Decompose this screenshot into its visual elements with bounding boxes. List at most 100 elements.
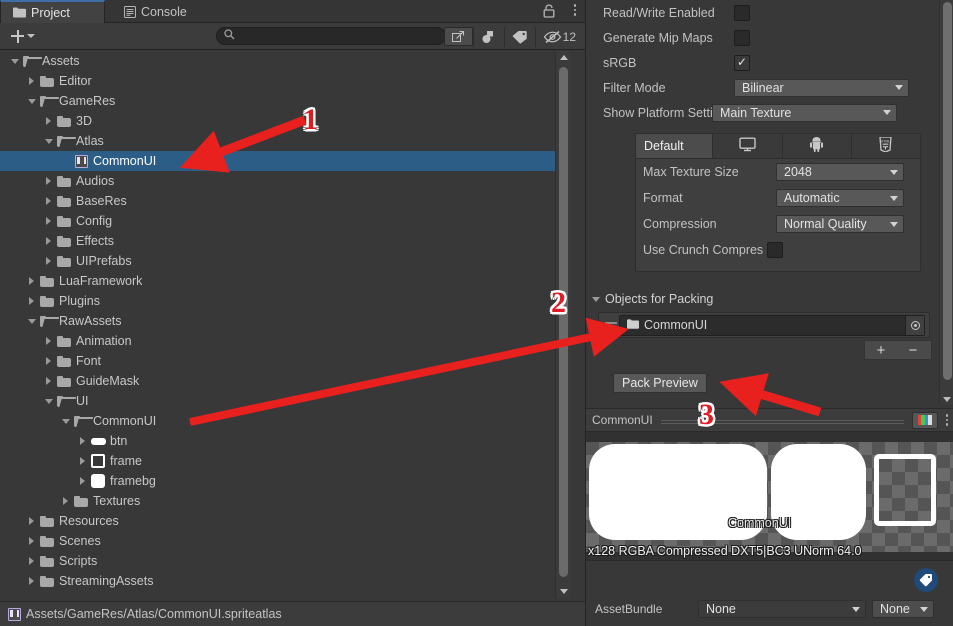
field-read-write-enabled[interactable]: Read/Write Enabled xyxy=(586,0,953,25)
show-platform-settings-dropdown[interactable]: Main Texture xyxy=(712,103,897,122)
tree-item-textures[interactable]: Textures xyxy=(0,491,570,511)
expand-arrow-icon[interactable] xyxy=(46,257,51,265)
tree-item-plugins[interactable]: Plugins xyxy=(0,291,570,311)
asset-label-icon[interactable] xyxy=(914,568,938,592)
use-crunch-compression-checkbox[interactable] xyxy=(767,242,783,258)
project-vertical-scrollbar[interactable] xyxy=(555,51,570,598)
expand-arrow-icon[interactable] xyxy=(46,337,51,345)
tree-item-scenes[interactable]: Scenes xyxy=(0,531,570,551)
field-generate-mip-maps[interactable]: Generate Mip Maps xyxy=(586,25,953,50)
tree-twisty[interactable] xyxy=(25,71,38,91)
platform-tab-android[interactable] xyxy=(782,134,852,158)
tree-item-uiprefabs[interactable]: UIPrefabs xyxy=(0,251,570,271)
preview-kebab-menu-icon[interactable] xyxy=(945,414,948,426)
tree-twisty[interactable] xyxy=(59,411,72,431)
collapse-arrow-icon[interactable] xyxy=(27,318,36,324)
tree-item-rawassets[interactable]: RawAssets xyxy=(0,311,570,331)
tree-item-btn[interactable]: btn xyxy=(0,431,570,451)
read-write-enabled-checkbox[interactable] xyxy=(734,4,750,21)
tree-item-luaframework[interactable]: LuaFramework xyxy=(0,271,570,291)
expand-arrow-icon[interactable] xyxy=(46,217,51,225)
search-field[interactable] xyxy=(240,30,438,42)
tree-item-effects[interactable]: Effects xyxy=(0,231,570,251)
tree-item-commonui[interactable]: CommonUI xyxy=(0,411,570,431)
tree-item-3d[interactable]: 3D xyxy=(0,111,570,131)
hidden-assets-button[interactable]: 12 xyxy=(534,26,583,47)
tree-twisty[interactable] xyxy=(25,511,38,531)
tree-item-scripts[interactable]: Scripts xyxy=(0,551,570,571)
tree-twisty[interactable] xyxy=(42,211,55,231)
expand-arrow-icon[interactable] xyxy=(29,537,34,545)
scroll-down-arrow-icon[interactable] xyxy=(943,397,951,402)
objects-for-packing-header[interactable]: Objects for Packing xyxy=(586,288,713,310)
tree-twisty[interactable] xyxy=(76,451,89,471)
preview-body[interactable]: CommonUI x128 RGBA Compressed DXT5|BC3 U… xyxy=(586,432,953,560)
tree-twisty[interactable] xyxy=(25,271,38,291)
tree-twisty[interactable] xyxy=(42,191,55,211)
tree-twisty[interactable] xyxy=(25,311,38,331)
generate-mip-maps-checkbox[interactable] xyxy=(734,29,750,46)
field-compression[interactable]: Compression Normal Quality xyxy=(636,211,920,237)
expand-arrow-icon[interactable] xyxy=(29,77,34,85)
tree-twisty[interactable] xyxy=(42,331,55,351)
asset-tree[interactable]: Assets Editor GameRes 3D Atlas CommonUI Audios… xyxy=(0,51,570,598)
tree-twisty[interactable] xyxy=(42,111,55,131)
tree-twisty[interactable] xyxy=(25,551,38,571)
tree-twisty[interactable] xyxy=(76,431,89,451)
tree-twisty[interactable] xyxy=(25,291,38,311)
tree-item-guidemask[interactable]: GuideMask xyxy=(0,371,570,391)
tree-item-config[interactable]: Config xyxy=(0,211,570,231)
expand-arrow-icon[interactable] xyxy=(80,477,85,485)
field-format[interactable]: Format Automatic xyxy=(636,185,920,211)
tree-item-atlas[interactable]: Atlas xyxy=(0,131,570,151)
field-max-texture-size[interactable]: Max Texture Size 2048 xyxy=(636,159,920,185)
search-in-scene-button[interactable] xyxy=(443,27,473,46)
assetbundle-name-dropdown[interactable]: None xyxy=(698,600,866,618)
expand-arrow-icon[interactable] xyxy=(29,517,34,525)
expand-arrow-icon[interactable] xyxy=(29,577,34,585)
tree-twisty[interactable] xyxy=(59,491,72,511)
pack-preview-button[interactable]: Pack Preview xyxy=(613,373,707,393)
platform-tab-default[interactable]: Default xyxy=(636,134,714,158)
search-input[interactable] xyxy=(216,27,446,45)
kebab-menu-icon[interactable] xyxy=(573,4,576,16)
platform-tab-standalone[interactable] xyxy=(713,134,783,158)
foldout-open-icon[interactable] xyxy=(592,296,600,302)
collapse-arrow-icon[interactable] xyxy=(44,398,53,404)
tree-twisty[interactable] xyxy=(8,51,21,71)
expand-arrow-icon[interactable] xyxy=(80,457,85,465)
create-asset-button[interactable] xyxy=(7,28,39,45)
tree-twisty[interactable] xyxy=(59,151,72,171)
tree-item-ui[interactable]: UI xyxy=(0,391,570,411)
tree-twisty[interactable] xyxy=(42,351,55,371)
collapse-arrow-icon[interactable] xyxy=(27,98,36,104)
tab-console[interactable]: Console xyxy=(112,0,199,23)
collapse-arrow-icon[interactable] xyxy=(61,418,70,424)
field-use-crunch-compression[interactable]: Use Crunch Compres xyxy=(636,237,920,263)
tree-twisty[interactable] xyxy=(42,231,55,251)
drag-handle-icon[interactable] xyxy=(603,322,619,328)
inspector-vertical-scrollbar[interactable] xyxy=(939,0,953,404)
expand-arrow-icon[interactable] xyxy=(46,197,51,205)
rgb-channel-icon[interactable] xyxy=(911,411,938,429)
tree-twisty[interactable] xyxy=(42,391,55,411)
expand-arrow-icon[interactable] xyxy=(29,277,34,285)
label-filter-button[interactable] xyxy=(503,26,535,47)
object-picker-icon[interactable] xyxy=(905,315,924,335)
tree-twisty[interactable] xyxy=(42,371,55,391)
compression-dropdown[interactable]: Normal Quality xyxy=(776,215,904,233)
assetbundle-variant-dropdown[interactable]: None xyxy=(872,600,934,618)
platform-tab-webgl[interactable]: HTML xyxy=(851,134,920,158)
tree-item-assets[interactable]: Assets xyxy=(0,51,570,71)
tree-twisty[interactable] xyxy=(42,171,55,191)
tree-item-streamingassets[interactable]: StreamingAssets xyxy=(0,571,570,591)
max-texture-size-dropdown[interactable]: 2048 xyxy=(776,163,904,181)
expand-arrow-icon[interactable] xyxy=(46,177,51,185)
expand-arrow-icon[interactable] xyxy=(46,357,51,365)
packing-object-field[interactable]: CommonUI xyxy=(619,314,925,336)
tree-item-font[interactable]: Font xyxy=(0,351,570,371)
expand-arrow-icon[interactable] xyxy=(29,557,34,565)
tree-item-animation[interactable]: Animation xyxy=(0,331,570,351)
tree-twisty[interactable] xyxy=(25,531,38,551)
tree-twisty[interactable] xyxy=(42,251,55,271)
